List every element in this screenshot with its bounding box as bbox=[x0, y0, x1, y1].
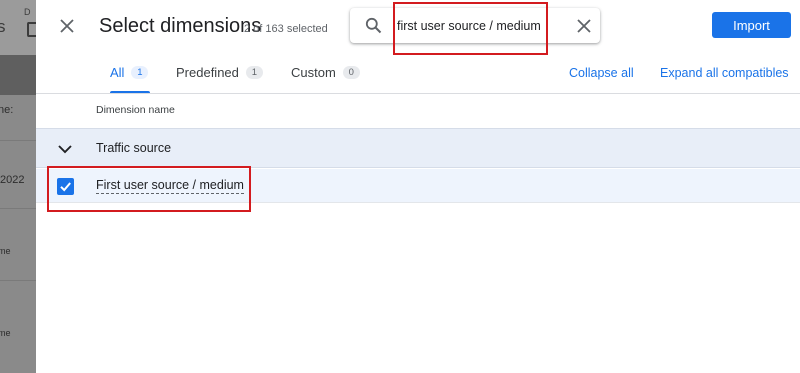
check-icon bbox=[60, 182, 71, 192]
background-band bbox=[0, 55, 36, 95]
background-text: ne: bbox=[0, 104, 14, 116]
background-divider bbox=[0, 280, 36, 281]
background-text: me bbox=[0, 328, 11, 338]
background-icon bbox=[27, 22, 36, 37]
dimension-group-traffic-source[interactable]: Traffic source bbox=[36, 128, 800, 168]
selected-count: 2 of 163 selected bbox=[244, 23, 328, 35]
background-text: s bbox=[0, 17, 6, 36]
expand-all-compatibles-link[interactable]: Expand all compatibles bbox=[660, 66, 789, 80]
column-header-dimension-name: Dimension name bbox=[96, 104, 175, 116]
tab-predefined[interactable]: Predefined 1 bbox=[176, 64, 263, 94]
search-input[interactable] bbox=[397, 17, 547, 35]
divider bbox=[36, 93, 800, 94]
tab-custom[interactable]: Custom 0 bbox=[291, 64, 360, 94]
background-text: 2022 bbox=[0, 174, 25, 186]
collapse-all-link[interactable]: Collapse all bbox=[569, 66, 634, 80]
background-page: s D ne: 2022 me me bbox=[0, 0, 36, 373]
dimension-checkbox[interactable] bbox=[57, 178, 74, 195]
import-button[interactable]: Import bbox=[712, 12, 791, 38]
chevron-down-icon[interactable] bbox=[57, 141, 73, 157]
group-label: Traffic source bbox=[96, 141, 172, 155]
select-dimensions-dialog: Select dimensions 2 of 163 selected Impo… bbox=[36, 0, 800, 373]
tab-label: Predefined bbox=[176, 65, 239, 80]
tab-count-badge: 1 bbox=[245, 66, 263, 79]
search-icon bbox=[365, 17, 382, 34]
background-divider bbox=[0, 140, 36, 141]
tab-count-badge: 0 bbox=[342, 66, 360, 79]
tab-label: Custom bbox=[291, 65, 336, 80]
tab-label: All bbox=[110, 65, 125, 80]
dimension-label: First user source / medium bbox=[96, 178, 244, 194]
search-box[interactable] bbox=[350, 8, 600, 43]
clear-search-icon[interactable] bbox=[576, 18, 592, 34]
tab-count-badge: 1 bbox=[131, 66, 149, 79]
background-text: D bbox=[24, 7, 31, 17]
dimension-row[interactable]: First user source / medium bbox=[36, 169, 800, 203]
background-divider bbox=[0, 208, 36, 209]
close-button[interactable] bbox=[55, 14, 79, 38]
tab-all[interactable]: All 1 bbox=[110, 64, 150, 94]
background-text: me bbox=[0, 246, 11, 256]
close-icon bbox=[60, 19, 74, 33]
dialog-title: Select dimensions bbox=[99, 15, 262, 37]
